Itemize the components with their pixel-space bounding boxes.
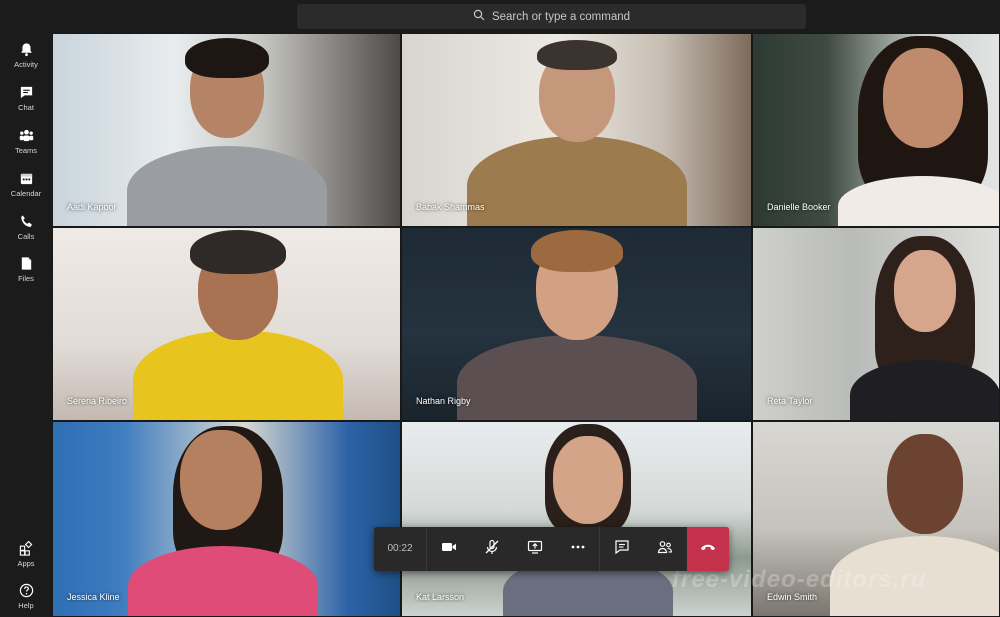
participant-name: Aadi Kapoor (67, 202, 117, 212)
rail-item-chat[interactable]: Chat (0, 84, 52, 124)
rail-label: Files (18, 274, 34, 283)
participant-name: Nathan Rigby (416, 396, 471, 406)
share-screen-icon (527, 539, 543, 560)
rail-label: Calendar (10, 189, 42, 198)
participant-tile[interactable]: Reta Taylor (752, 227, 1000, 421)
person-hair (184, 38, 269, 78)
participants-icon (657, 539, 673, 560)
participant-tile[interactable]: Babak Shammas (401, 33, 752, 227)
person-head (180, 430, 262, 530)
top-bar: Search or type a command (0, 0, 1000, 33)
participant-tile[interactable]: Danielle Booker (752, 33, 1000, 227)
more-button[interactable] (556, 527, 599, 571)
rail-item-teams[interactable]: Teams (0, 127, 52, 167)
person-hair (536, 40, 617, 70)
phone-icon (18, 213, 34, 229)
chat-button[interactable] (600, 527, 643, 571)
mic-off-icon (484, 539, 500, 560)
person-body (850, 360, 999, 420)
person-body (466, 136, 687, 226)
camera-button[interactable] (427, 527, 470, 571)
person-hair (530, 230, 623, 272)
participant-name: Kat Larsson (416, 592, 465, 602)
participant-name: Serena Ribeiro (67, 396, 128, 406)
rail-item-calendar[interactable]: Calendar (0, 170, 52, 210)
apps-icon (18, 540, 34, 556)
person-body (456, 335, 697, 420)
search-icon (473, 9, 485, 24)
participant-tile[interactable]: Jessica Kline (52, 421, 401, 617)
rail-item-calls[interactable]: Calls (0, 213, 52, 253)
share-screen-button[interactable] (513, 527, 556, 571)
participant-tile[interactable]: Serena Ribeiro (52, 227, 401, 421)
participant-name: Reta Taylor (767, 396, 813, 406)
person-hair (190, 230, 286, 274)
participant-name: Danielle Booker (767, 202, 831, 212)
rail-item-apps[interactable]: Apps (0, 540, 52, 580)
hangup-button[interactable] (687, 527, 729, 571)
bell-icon (18, 41, 34, 57)
person-body (128, 546, 318, 616)
search-placeholder: Search or type a command (491, 10, 631, 23)
rail-label: Activity (14, 60, 38, 69)
participants-button[interactable] (643, 527, 686, 571)
person-body (126, 146, 327, 226)
participant-tile[interactable]: Aadi Kapoor (52, 33, 401, 227)
person-head (883, 48, 963, 148)
participant-name: Jessica Kline (67, 592, 120, 602)
chat-icon (18, 84, 34, 100)
person-head (894, 250, 956, 332)
participant-tile[interactable]: Nathan Rigby (401, 227, 752, 421)
calendar-icon (18, 170, 34, 186)
participant-name: Babak Shammas (416, 202, 485, 212)
rail-label: Apps (17, 559, 35, 568)
file-icon (18, 255, 34, 271)
rail-item-help[interactable]: Help (0, 582, 52, 617)
call-timer: 00:22 (374, 527, 427, 571)
chat-icon (614, 539, 630, 560)
app-rail: Activity Chat Teams Calendar Calls Files… (0, 33, 52, 617)
rail-item-activity[interactable]: Activity (0, 41, 52, 81)
call-controls: 00:22 (374, 527, 729, 571)
person-head (887, 434, 963, 534)
teams-icon (18, 127, 34, 143)
person-body (133, 330, 343, 420)
rail-label: Teams (14, 146, 38, 155)
rail-label: Help (18, 601, 34, 610)
hangup-icon (700, 539, 716, 560)
rail-item-files[interactable]: Files (0, 255, 52, 295)
rail-label: Calls (17, 232, 35, 241)
search-input[interactable]: Search or type a command (297, 4, 806, 29)
camera-icon (441, 539, 457, 560)
help-icon (18, 582, 34, 598)
rail-label: Chat (18, 103, 34, 112)
more-icon (570, 539, 586, 560)
mic-button[interactable] (470, 527, 513, 571)
person-head (553, 436, 623, 524)
